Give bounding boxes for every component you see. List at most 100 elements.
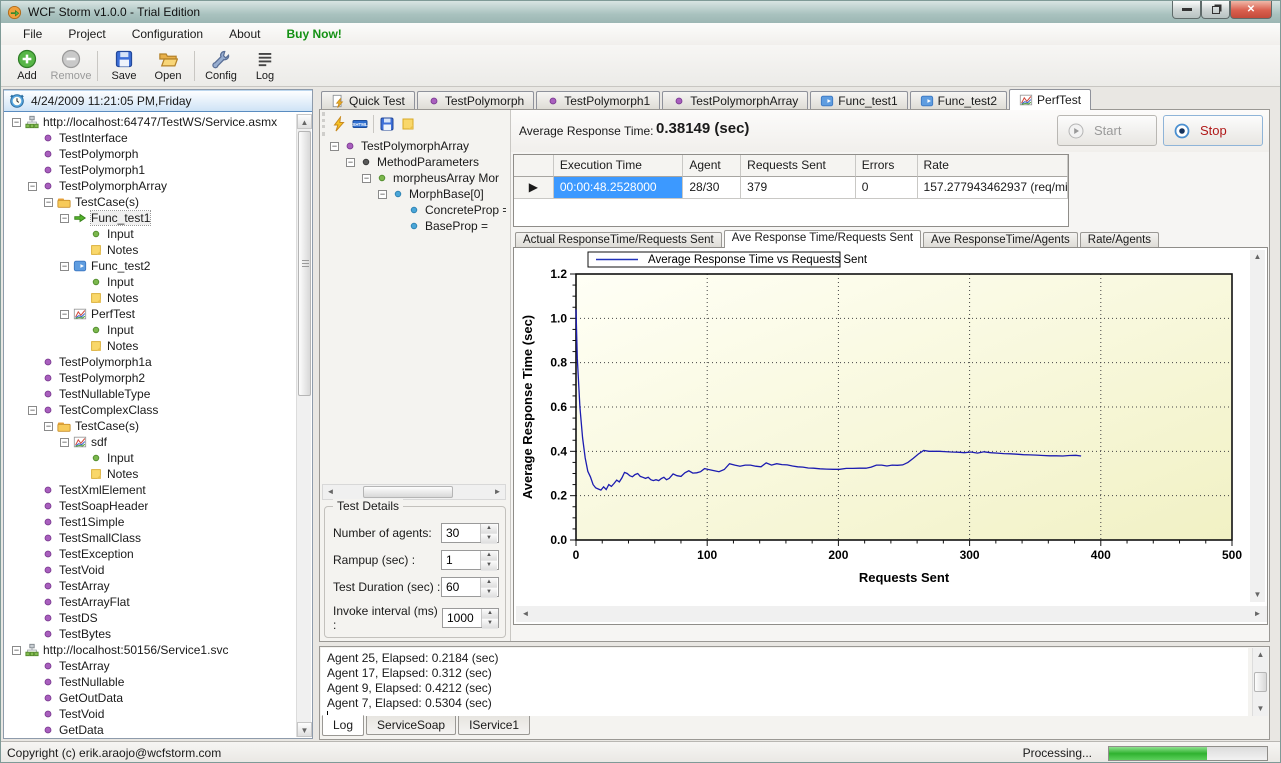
save-toolbutton[interactable]	[379, 116, 395, 132]
tree-item-testvoid[interactable]: TestVoid	[6, 706, 296, 722]
collapse-icon[interactable]: −	[44, 198, 53, 207]
collapse-icon[interactable]: −	[60, 438, 69, 447]
bolt-toolbutton[interactable]	[331, 116, 347, 132]
tree-item-concreteprop[interactable]: ConcreteProp =	[324, 202, 506, 218]
tree-item-testnullable[interactable]: TestNullable	[6, 674, 296, 690]
number-of-agents-input[interactable]	[442, 524, 480, 542]
tab-testpolymorph[interactable]: TestPolymorph	[417, 91, 534, 110]
collapse-icon[interactable]: −	[12, 646, 21, 655]
grid-column-rate[interactable]: Rate	[918, 155, 1068, 177]
spin-down-icon[interactable]: ▼	[481, 588, 497, 598]
tree-item-testpolymorph[interactable]: TestPolymorph	[6, 146, 296, 162]
scroll-down-icon[interactable]: ▼	[1253, 702, 1268, 716]
log-output[interactable]: Agent 25, Elapsed: 0.2184 (sec)Agent 17,…	[321, 648, 1248, 716]
tree-item-input[interactable]: Input	[6, 274, 296, 290]
scrollbar-thumb[interactable]	[298, 131, 311, 396]
grid-cell[interactable]: 379	[741, 177, 856, 199]
tree-item-testarray[interactable]: TestArray	[6, 578, 296, 594]
tree-item-testxmlelement[interactable]: TestXmlElement	[6, 482, 296, 498]
tab-func-test1[interactable]: Func_test1	[810, 91, 907, 110]
tree-item-testvoid[interactable]: TestVoid	[6, 562, 296, 578]
log-scrollbar[interactable]: ▲ ▼	[1252, 648, 1268, 716]
tree-item-testsmallclass[interactable]: TestSmallClass	[6, 530, 296, 546]
close-button[interactable]: ✕	[1230, 1, 1272, 19]
grid-row-header[interactable]: ▶	[514, 177, 554, 199]
menu-item-file[interactable]: File	[11, 25, 54, 43]
test-duration-sec-stepper[interactable]: ▲▼	[441, 577, 499, 597]
start-button[interactable]: Start	[1057, 115, 1157, 146]
collapse-icon[interactable]: −	[28, 406, 37, 415]
tree-item-testpolymorph1[interactable]: TestPolymorph1	[6, 162, 296, 178]
tree-item-testsoapheader[interactable]: TestSoapHeader	[6, 498, 296, 514]
tab-testpolymorpharray[interactable]: TestPolymorphArray	[662, 91, 808, 110]
tab-quick-test[interactable]: Quick Test	[321, 91, 415, 110]
open-button[interactable]: Open	[146, 47, 190, 85]
log-tab-log[interactable]: Log	[322, 715, 364, 736]
spin-up-icon[interactable]: ▲	[481, 524, 497, 534]
grid-column-errors[interactable]: Errors	[856, 155, 918, 177]
scrollbar-thumb[interactable]	[1254, 672, 1267, 692]
tree-item-testpolymorph2[interactable]: TestPolymorph2	[6, 370, 296, 386]
scrollbar-thumb[interactable]	[363, 486, 453, 498]
rampup-sec-stepper[interactable]: ▲▼	[441, 550, 499, 570]
tree-item-testpolymorpharray[interactable]: −TestPolymorphArray	[324, 138, 506, 154]
restore-button[interactable]	[1201, 1, 1230, 19]
grid-cell[interactable]: 00:00:48.2528000	[554, 177, 684, 199]
grid-cell[interactable]: 0	[856, 177, 918, 199]
tree-item-func-test1[interactable]: −Func_test1	[6, 210, 296, 226]
tree-item-testexception[interactable]: TestException	[6, 546, 296, 562]
grid-cell[interactable]: 157.277943462937 (req/min)	[918, 177, 1068, 199]
chart-tab-ave-response-time-requests-sent[interactable]: Ave Response Time/Requests Sent	[724, 230, 921, 248]
tree-item-notes[interactable]: Notes	[6, 290, 296, 306]
test-duration-sec-input[interactable]	[442, 578, 480, 596]
tab-func-test2[interactable]: Func_test2	[910, 91, 1007, 110]
collapse-icon[interactable]: −	[60, 310, 69, 319]
tree-item-notes[interactable]: Notes	[6, 466, 296, 482]
tree-item-testarrayflat[interactable]: TestArrayFlat	[6, 594, 296, 610]
tree-item-input[interactable]: Input	[6, 322, 296, 338]
tree-item-testinterface[interactable]: TestInterface	[6, 130, 296, 146]
log-tab-servicesoap[interactable]: ServiceSoap	[366, 716, 456, 735]
tree-item-testnullabletype[interactable]: TestNullableType	[6, 386, 296, 402]
scroll-left-icon[interactable]: ◄	[518, 606, 533, 622]
invoke-interval-ms-input[interactable]	[443, 609, 481, 627]
tree-item-morphbase-0[interactable]: −MorphBase[0]	[324, 186, 506, 202]
tree-item-test1simple[interactable]: Test1Simple	[6, 514, 296, 530]
spin-up-icon[interactable]: ▲	[481, 551, 497, 561]
scroll-right-icon[interactable]: ►	[490, 485, 505, 499]
collapse-icon[interactable]: −	[60, 214, 69, 223]
tree-item-perftest[interactable]: −PerfTest	[6, 306, 296, 322]
menu-item-configuration[interactable]: Configuration	[120, 25, 215, 43]
tree-item-sdf[interactable]: −sdf	[6, 434, 296, 450]
spin-down-icon[interactable]: ▼	[481, 561, 497, 571]
xml-toolbutton[interactable]: XHTML	[352, 116, 368, 132]
tree-item-testarray[interactable]: TestArray	[6, 658, 296, 674]
menu-item-project[interactable]: Project	[56, 25, 117, 43]
tree-item-input[interactable]: Input	[6, 226, 296, 242]
grid-column-agent[interactable]: Agent	[683, 155, 741, 177]
rampup-sec-input[interactable]	[442, 551, 480, 569]
tree-item-http-localhost-64747-testws-service-asmx[interactable]: −http://localhost:64747/TestWS/Service.a…	[6, 114, 296, 130]
tree-item-testds[interactable]: TestDS	[6, 610, 296, 626]
service-tree-scrollbar[interactable]: ▲ ▼	[296, 114, 311, 737]
collapse-icon[interactable]: −	[346, 158, 355, 167]
collapse-icon[interactable]: −	[12, 118, 21, 127]
scroll-left-icon[interactable]: ◄	[323, 485, 338, 499]
stop-button[interactable]: Stop	[1163, 115, 1263, 146]
spin-down-icon[interactable]: ▼	[481, 534, 497, 544]
log-tab-iservice1[interactable]: IService1	[458, 716, 530, 735]
tree-item-input[interactable]: Input	[6, 450, 296, 466]
chart-tab-actual-responsetime-requests-sent[interactable]: Actual ResponseTime/Requests Sent	[515, 232, 722, 248]
tree-item-notes[interactable]: Notes	[6, 338, 296, 354]
chart-tab-rate-agents[interactable]: Rate/Agents	[1080, 232, 1159, 248]
menu-item-about[interactable]: About	[217, 25, 272, 43]
menu-item-buy-now[interactable]: Buy Now!	[274, 25, 353, 43]
tree-item-testpolymorph1a[interactable]: TestPolymorph1a	[6, 354, 296, 370]
tree-item-getoutdata[interactable]: GetOutData	[6, 690, 296, 706]
notes-toolbutton[interactable]	[400, 116, 416, 132]
collapse-icon[interactable]: −	[378, 190, 387, 199]
tree-item-http-localhost-50156-service1-svc[interactable]: −http://localhost:50156/Service1.svc	[6, 642, 296, 658]
tree-item-func-test2[interactable]: −Func_test2	[6, 258, 296, 274]
chart-hscrollbar[interactable]: ◄ ►	[516, 606, 1267, 622]
scroll-up-icon[interactable]: ▲	[1253, 648, 1268, 662]
